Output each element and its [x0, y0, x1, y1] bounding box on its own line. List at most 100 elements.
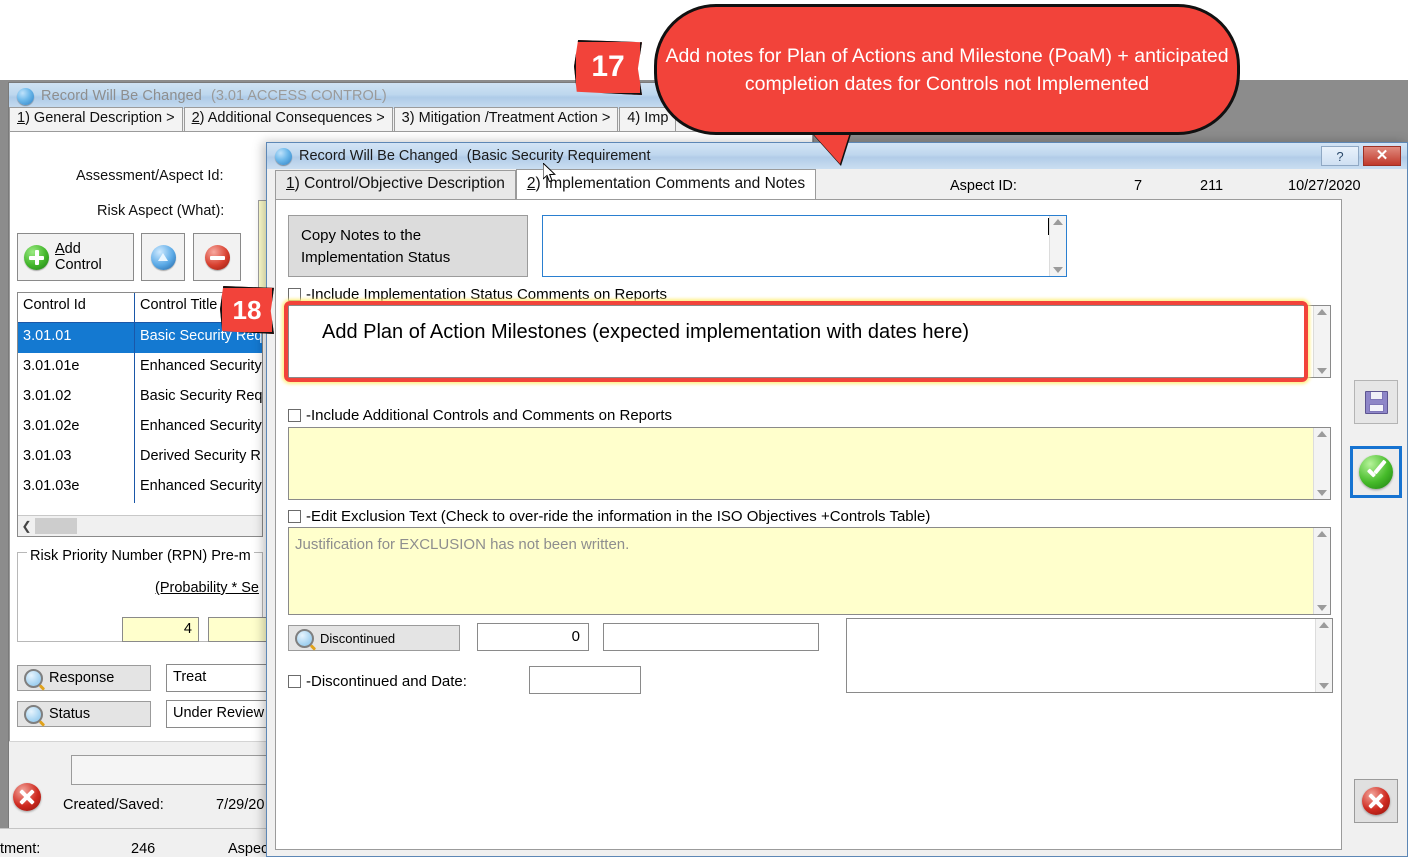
background-tab-additional-consequences[interactable]: 2) Additional Consequences > [184, 107, 393, 132]
cell-control-id: 3.01.01e [18, 353, 135, 383]
blue-triangle-icon [151, 245, 176, 270]
discontinued-notes-value [847, 619, 1315, 692]
additional-controls-textarea[interactable] [288, 427, 1331, 500]
table-row[interactable]: 3.01.02e Enhanced Security [18, 413, 262, 443]
aspect-id-value: 7 [1134, 178, 1142, 194]
poam-value: Add Plan of Action Milestones (expected … [289, 306, 1313, 377]
table-row[interactable]: 3.01.01e Enhanced Security [18, 353, 262, 383]
background-tab-mitigation[interactable]: 3) Mitigation /Treatment Action > [394, 107, 619, 132]
status-value-field[interactable]: Under Review [166, 700, 278, 728]
implementation-status-scrollbar[interactable] [1049, 216, 1066, 276]
background-tab-2-label: ) Additional Consequences > [200, 110, 385, 126]
response-value-field[interactable]: Treat [166, 664, 278, 692]
remove-icon [205, 245, 230, 270]
chevron-up-icon[interactable] [1317, 531, 1327, 537]
implementation-status-textarea[interactable] [542, 215, 1067, 277]
record-will-be-changed-dialog: Record Will Be Changed (Basic Security R… [266, 142, 1408, 857]
add-control-label-1: dd [65, 241, 81, 257]
search-icon [24, 669, 43, 688]
discontinued-number-field[interactable]: 0 [477, 623, 589, 651]
tab-implementation-comments-and-notes[interactable]: 2) Implementation Comments and Notes [516, 169, 816, 200]
scrollbar-thumb[interactable] [35, 518, 77, 534]
cell-control-title: Enhanced Security [135, 353, 262, 383]
checkbox-include-implementation-status-row[interactable]: -Include Implementation Status Comments … [288, 286, 667, 303]
cell-control-id: 3.01.03e [18, 473, 135, 503]
column-header-control-id: Control Id [18, 293, 135, 322]
discontinued-date-field[interactable] [529, 666, 641, 694]
cell-control-id: 3.01.02e [18, 413, 135, 443]
cell-control-title: Enhanced Security [135, 413, 262, 443]
background-tab-3-accel: 3 [402, 110, 410, 126]
tab-control-objective-description[interactable]: 1) Control/Objective Description [275, 170, 516, 200]
chevron-down-icon[interactable] [1317, 368, 1327, 374]
checkbox-include-additional-row[interactable]: -Include Additional Controls and Comment… [288, 407, 672, 424]
help-button[interactable]: ? [1321, 146, 1359, 166]
discontinued-text-field[interactable] [603, 623, 819, 651]
grid-horizontal-scrollbar[interactable]: ❮ [18, 515, 262, 536]
statusbar-field-1: tment: [0, 841, 40, 857]
chevron-up-icon[interactable] [1317, 309, 1327, 315]
response-button-label: Response [49, 670, 114, 686]
chevron-down-icon[interactable] [1319, 683, 1329, 689]
rpn-value-2-field[interactable] [208, 617, 268, 642]
table-row[interactable]: 3.01.03e Enhanced Security [18, 473, 262, 503]
created-saved-value: 7/29/20 [216, 797, 264, 813]
response-lookup-button[interactable]: Response [17, 665, 151, 691]
annotation-callout-text: Add notes for Plan of Actions and Milest… [657, 42, 1237, 98]
background-tab-1-accel: 1 [17, 110, 25, 126]
save-button[interactable] [1354, 380, 1398, 424]
implementation-comments-panel: Copy Notes to the Implementation Status … [275, 199, 1342, 850]
discontinued-notes-textarea[interactable] [846, 618, 1333, 693]
footer-note-field[interactable] [71, 755, 286, 785]
discontinued-notes-scrollbar[interactable] [1315, 619, 1332, 692]
move-up-button[interactable] [141, 233, 185, 281]
globe-icon [275, 148, 292, 165]
delete-control-button[interactable] [193, 233, 241, 281]
discontinued-lookup-button[interactable]: Discontinued [288, 625, 460, 651]
background-tab-3-label: ) Mitigation /Treatment Action > [410, 110, 611, 126]
exclusion-textarea[interactable]: Justification for EXCLUSION has not been… [288, 527, 1331, 615]
close-button[interactable]: ✕ [1363, 146, 1401, 166]
poam-scrollbar[interactable] [1313, 306, 1330, 377]
checkbox-edit-exclusion-text[interactable] [288, 510, 301, 523]
search-icon [24, 705, 43, 724]
rpn-group-label: Risk Priority Number (RPN) Pre-m [27, 548, 254, 564]
checkbox-include-additional-controls[interactable] [288, 409, 301, 422]
cell-control-id: 3.01.01 [18, 323, 135, 353]
exclusion-scrollbar[interactable] [1313, 528, 1330, 614]
checkbox-discontinued-and-date[interactable] [288, 675, 301, 688]
rpn-formula-label: (Probability * Se [155, 580, 259, 596]
cancel-button[interactable] [1354, 779, 1398, 823]
chevron-down-icon[interactable] [1317, 605, 1327, 611]
chevron-down-icon[interactable] [1053, 267, 1063, 273]
chevron-down-icon[interactable] [1317, 490, 1327, 496]
red-x-icon[interactable] [13, 783, 41, 811]
status-lookup-button[interactable]: Status [17, 701, 151, 727]
red-x-icon [1362, 787, 1390, 815]
chevron-up-icon[interactable] [1053, 219, 1063, 225]
checkbox-edit-exclusion-row[interactable]: -Edit Exclusion Text (Check to over-ride… [288, 508, 930, 525]
checkbox-discontinued-and-date-row[interactable]: -Discontinued and Date: [288, 673, 467, 690]
background-window-subtitle: (3.01 ACCESS CONTROL) [211, 88, 387, 104]
table-row[interactable]: 3.01.02 Basic Security Req [18, 383, 262, 413]
rpn-value-1-field[interactable]: 4 [122, 617, 199, 642]
chevron-up-icon[interactable] [1319, 622, 1329, 628]
chevron-up-icon[interactable] [1317, 431, 1327, 437]
background-window-title: Record Will Be Changed [41, 88, 202, 104]
ok-button[interactable] [1350, 446, 1402, 498]
copy-notes-line-1: Copy Notes to the [301, 225, 527, 247]
additional-controls-scrollbar[interactable] [1313, 428, 1330, 499]
discontinued-button-label: Discontinued [320, 631, 395, 646]
copy-notes-to-implementation-status-button[interactable]: Copy Notes to the Implementation Status [288, 215, 528, 277]
chevron-left-icon[interactable]: ❮ [18, 519, 35, 533]
plus-icon [24, 245, 49, 270]
add-control-button[interactable]: AddControl [17, 233, 134, 281]
poam-textarea[interactable]: Add Plan of Action Milestones (expected … [288, 305, 1331, 378]
cell-control-id: 3.01.02 [18, 383, 135, 413]
background-tab-general-description[interactable]: 1) General Description > [9, 107, 183, 132]
globe-icon [17, 88, 34, 105]
tab-1-accel: 1 [286, 175, 295, 192]
table-row[interactable]: 3.01.03 Derived Security R [18, 443, 262, 473]
checkbox-include-additional-label: -Include Additional Controls and Comment… [306, 407, 672, 424]
checkbox-include-implementation-status[interactable] [288, 288, 301, 301]
